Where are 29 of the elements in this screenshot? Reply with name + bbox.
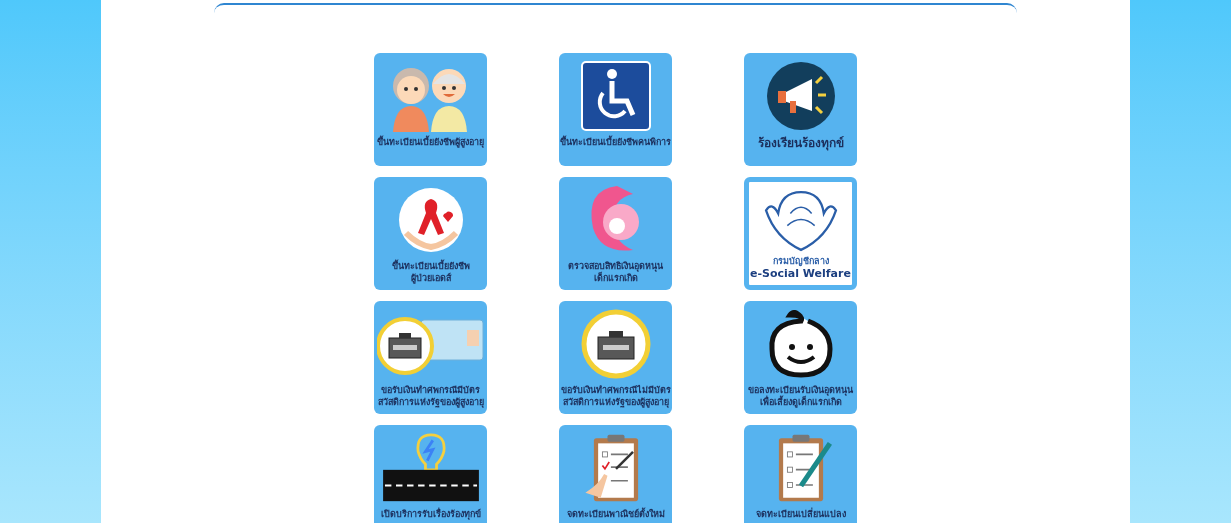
tile-label: ร้องเรียนร้องทุกข์: [757, 136, 844, 151]
tile-label: ขึ้นทะเบียนเบี้ยยังชีพ ผู้ป่วยเอดส์: [391, 260, 470, 284]
service-tile[interactable]: เปิดบริการรับเรื่องร้องทุกข์: [374, 425, 487, 523]
tile-label: ขึ้นทะเบียนเบี้ยยังชีพผู้สูงอายุ: [377, 136, 484, 148]
service-tile[interactable]: ขอลงทะเบียนรับเงินอุดหนุน เพื่อเลี้ยงดูเด็กแรกเกิด: [744, 301, 857, 414]
emblem-caption: กรมบัญชีกลาง: [772, 256, 829, 267]
service-tile[interactable]: ขึ้นทะเบียนเบี้ยยังชีพคนพิการ: [559, 53, 672, 166]
tile-label: e-Social Welfare: [750, 267, 851, 281]
service-tile[interactable]: ขอรับเงินทำศพกรณีมีบัตร สวัสดิการแห่งรัฐของผู้สูงอายุ: [374, 301, 487, 414]
service-tile[interactable]: ขึ้นทะเบียนเบี้ยยังชีพ ผู้ป่วยเอดส์: [374, 177, 487, 290]
tile-label: เปิดบริการรับเรื่องร้องทุกข์: [380, 508, 481, 520]
tile-label: ขึ้นทะเบียนเบี้ยยังชีพคนพิการ: [560, 136, 671, 148]
service-tile[interactable]: ขึ้นทะเบียนเบี้ยยังชีพผู้สูงอายุ: [374, 53, 487, 166]
tile-label: ขอลงทะเบียนรับเงินอุดหนุน เพื่อเลี้ยงดูเด็กแรกเกิด: [748, 384, 853, 408]
coffin-icon: [580, 309, 651, 379]
megaphone-icon: [765, 61, 836, 131]
service-tile[interactable]: จดทะเบียนเปลี่ยนแปลง: [744, 425, 857, 523]
service-tile[interactable]: จดทะเบียนพาณิชย์ตั้งใหม่: [559, 425, 672, 523]
tile-label: ขอรับเงินทำศพกรณีมีบัตร สวัสดิการแห่งรัฐของผู้สูงอายุ: [377, 384, 484, 408]
awareness-ribbon-drawing: [397, 187, 464, 253]
tile-label: จดทะเบียนพาณิชย์ตั้งใหม่: [566, 508, 665, 520]
service-tile[interactable]: ร้องเรียนร้องทุกข์: [744, 53, 857, 166]
service-tile[interactable]: ขอรับเงินทำศพกรณีไม่มีบัตร สวัสดิการแห่งรัฐของผู้สูงอายุ: [559, 301, 672, 414]
tile-label: ตรวจสอบสิทธิเงินอุดหนุน เด็กแรกเกิด: [568, 260, 663, 284]
tile-label: ขอรับเงินทำศพกรณีไม่มีบัตร สวัสดิการแห่งรัฐของผู้สูงอายุ: [560, 384, 671, 408]
tile-label: จดทะเบียนเปลี่ยนแปลง: [755, 508, 846, 520]
wheelchair-icon: [580, 61, 651, 131]
service-tile[interactable]: กรมบัญชีกลาง e-Social Welfare: [744, 177, 857, 290]
service-tile[interactable]: ตรวจสอบสิทธิเงินอุดหนุน เด็กแรกเกิด: [559, 177, 672, 290]
